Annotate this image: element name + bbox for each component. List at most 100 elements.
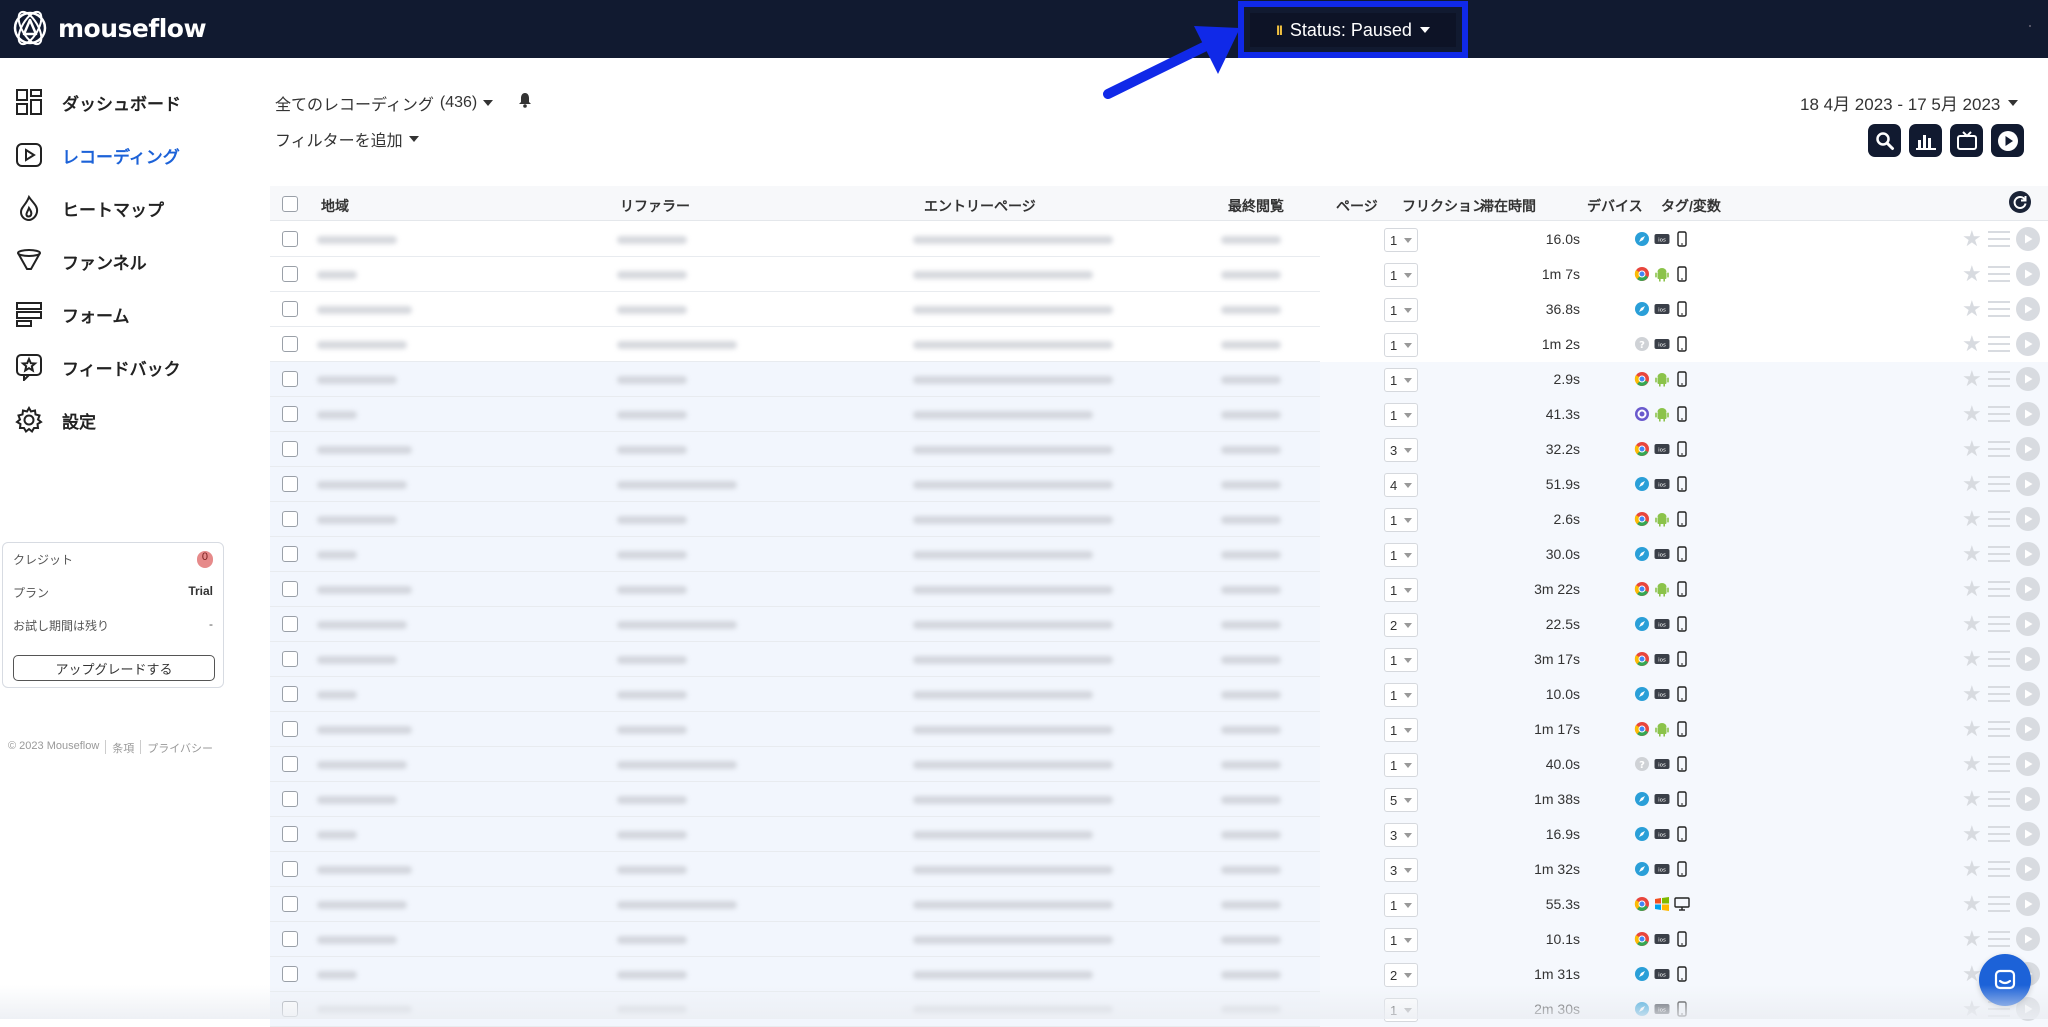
play-icon[interactable] — [2015, 507, 2040, 531]
menu-icon[interactable] — [1987, 371, 2010, 387]
star-icon[interactable]: ★ — [1962, 333, 1982, 355]
pages-select[interactable]: 1 — [1384, 753, 1418, 777]
star-icon[interactable]: ★ — [1962, 893, 1982, 915]
row-checkbox[interactable] — [282, 546, 298, 562]
table-row[interactable]: 1 55.3s ★ — [270, 887, 2048, 922]
star-icon[interactable]: ★ — [1962, 298, 1982, 320]
pages-select[interactable]: 5 — [1384, 788, 1418, 812]
star-icon[interactable]: ★ — [1962, 543, 1982, 565]
row-checkbox[interactable] — [282, 231, 298, 247]
menu-icon[interactable] — [1987, 511, 2010, 527]
column-header-duration[interactable]: 滞在時間 — [1480, 196, 1536, 216]
date-range-picker[interactable]: 18 4月 2023 - 17 5月 2023 — [1800, 90, 2019, 115]
play-icon[interactable] — [2015, 892, 2040, 916]
menu-icon[interactable] — [1987, 896, 2010, 912]
pages-select[interactable]: 1 — [1384, 648, 1418, 672]
table-row[interactable]: 1 2m 30s ios ★ — [270, 992, 2048, 1027]
star-icon[interactable]: ★ — [1962, 718, 1982, 740]
table-row[interactable]: 1 1m 2s? ios ★ — [270, 327, 2048, 362]
row-checkbox[interactable] — [282, 301, 298, 317]
play-button[interactable] — [1991, 124, 2024, 157]
row-checkbox[interactable] — [282, 931, 298, 947]
play-icon[interactable] — [2015, 717, 2040, 741]
menu-icon[interactable] — [1987, 826, 2010, 842]
play-icon[interactable] — [2015, 332, 2040, 356]
star-icon[interactable]: ★ — [1962, 473, 1982, 495]
row-checkbox[interactable] — [282, 966, 298, 982]
sidebar-item-recordings[interactable]: レコーディング — [14, 138, 180, 172]
table-row[interactable]: 2 22.5s ios ★ — [270, 607, 2048, 642]
row-checkbox[interactable] — [282, 266, 298, 282]
play-icon[interactable] — [2015, 367, 2040, 391]
star-icon[interactable]: ★ — [1962, 928, 1982, 950]
add-filter-dropdown[interactable]: フィルターを追加 — [275, 127, 419, 151]
pages-select[interactable]: 3 — [1384, 438, 1418, 462]
play-icon[interactable] — [2015, 682, 2040, 706]
table-row[interactable]: 1 3m 17s ios ★ — [270, 642, 2048, 677]
play-icon[interactable] — [2015, 927, 2040, 951]
row-checkbox[interactable] — [282, 406, 298, 422]
menu-icon[interactable] — [1987, 861, 2010, 877]
table-row[interactable]: 1 30.0s ios ★ — [270, 537, 2048, 572]
star-icon[interactable]: ★ — [1962, 263, 1982, 285]
menu-icon[interactable] — [1987, 616, 2010, 632]
sidebar-item-settings[interactable]: 設定 — [14, 403, 96, 437]
star-icon[interactable]: ★ — [1962, 753, 1982, 775]
star-icon[interactable]: ★ — [1962, 858, 1982, 880]
pages-select[interactable]: 1 — [1384, 683, 1418, 707]
table-row[interactable]: 3 1m 32s ios ★ — [270, 852, 2048, 887]
table-row[interactable]: 1 36.8s ios ★ — [270, 292, 2048, 327]
row-checkbox[interactable] — [282, 721, 298, 737]
column-header-tags[interactable]: タグ/変数 — [1661, 196, 1721, 216]
table-row[interactable]: 1 3m 22s ★ — [270, 572, 2048, 607]
star-icon[interactable]: ★ — [1962, 823, 1982, 845]
menu-icon[interactable] — [1987, 546, 2010, 562]
logo[interactable]: mouseflow — [10, 8, 207, 48]
menu-icon[interactable] — [1987, 686, 2010, 702]
play-icon[interactable] — [2015, 752, 2040, 776]
row-checkbox[interactable] — [282, 371, 298, 387]
table-row[interactable]: 1 10.1s ios ★ — [270, 922, 2048, 957]
table-row[interactable]: 1 2.9s ★ — [270, 362, 2048, 397]
pages-select[interactable]: 1 — [1384, 508, 1418, 532]
recordings-dropdown[interactable]: 全てのレコーディング (436) — [275, 91, 494, 115]
play-icon[interactable] — [2015, 437, 2040, 461]
menu-icon[interactable] — [1987, 791, 2010, 807]
row-checkbox[interactable] — [282, 896, 298, 912]
column-header-entry-page[interactable]: エントリーページ — [924, 196, 1036, 216]
menu-icon[interactable] — [1987, 441, 2010, 457]
star-icon[interactable]: ★ — [1962, 683, 1982, 705]
row-checkbox[interactable] — [282, 1001, 298, 1017]
status-dropdown[interactable]: II Status: Paused — [1250, 13, 1456, 47]
star-icon[interactable]: ★ — [1962, 368, 1982, 390]
sidebar-item-funnels[interactable]: ファンネル — [14, 244, 147, 278]
table-row[interactable]: 1 41.3s ★ — [270, 397, 2048, 432]
pages-select[interactable]: 2 — [1384, 963, 1418, 987]
play-icon[interactable] — [2015, 227, 2040, 251]
table-row[interactable]: 1 1m 17s ★ — [270, 712, 2048, 747]
row-checkbox[interactable] — [282, 511, 298, 527]
bell-icon[interactable] — [518, 92, 532, 108]
sidebar-item-dashboard[interactable]: ダッシュボード — [14, 85, 181, 119]
chat-button[interactable] — [1979, 954, 2031, 1006]
menu-icon[interactable] — [1987, 406, 2010, 422]
table-row[interactable]: 1 10.0s ios ★ — [270, 677, 2048, 712]
table-row[interactable]: 4 51.9s ios ★ — [270, 467, 2048, 502]
column-header-region[interactable]: 地域 — [321, 196, 349, 216]
row-checkbox[interactable] — [282, 616, 298, 632]
star-icon[interactable]: ★ — [1962, 788, 1982, 810]
row-checkbox[interactable] — [282, 686, 298, 702]
pages-select[interactable]: 4 — [1384, 473, 1418, 497]
chart-button[interactable] — [1909, 124, 1942, 157]
pages-select[interactable]: 1 — [1384, 998, 1418, 1022]
pages-select[interactable]: 1 — [1384, 893, 1418, 917]
row-checkbox[interactable] — [282, 651, 298, 667]
star-icon[interactable]: ★ — [1962, 403, 1982, 425]
column-header-referrer[interactable]: リファラー — [620, 196, 690, 216]
table-row[interactable]: 3 16.9s ios ★ — [270, 817, 2048, 852]
menu-icon[interactable] — [1987, 336, 2010, 352]
pages-select[interactable]: 1 — [1384, 578, 1418, 602]
menu-icon[interactable] — [1987, 756, 2010, 772]
star-icon[interactable]: ★ — [1962, 578, 1982, 600]
column-header-friction[interactable]: フリクション — [1402, 196, 1484, 216]
